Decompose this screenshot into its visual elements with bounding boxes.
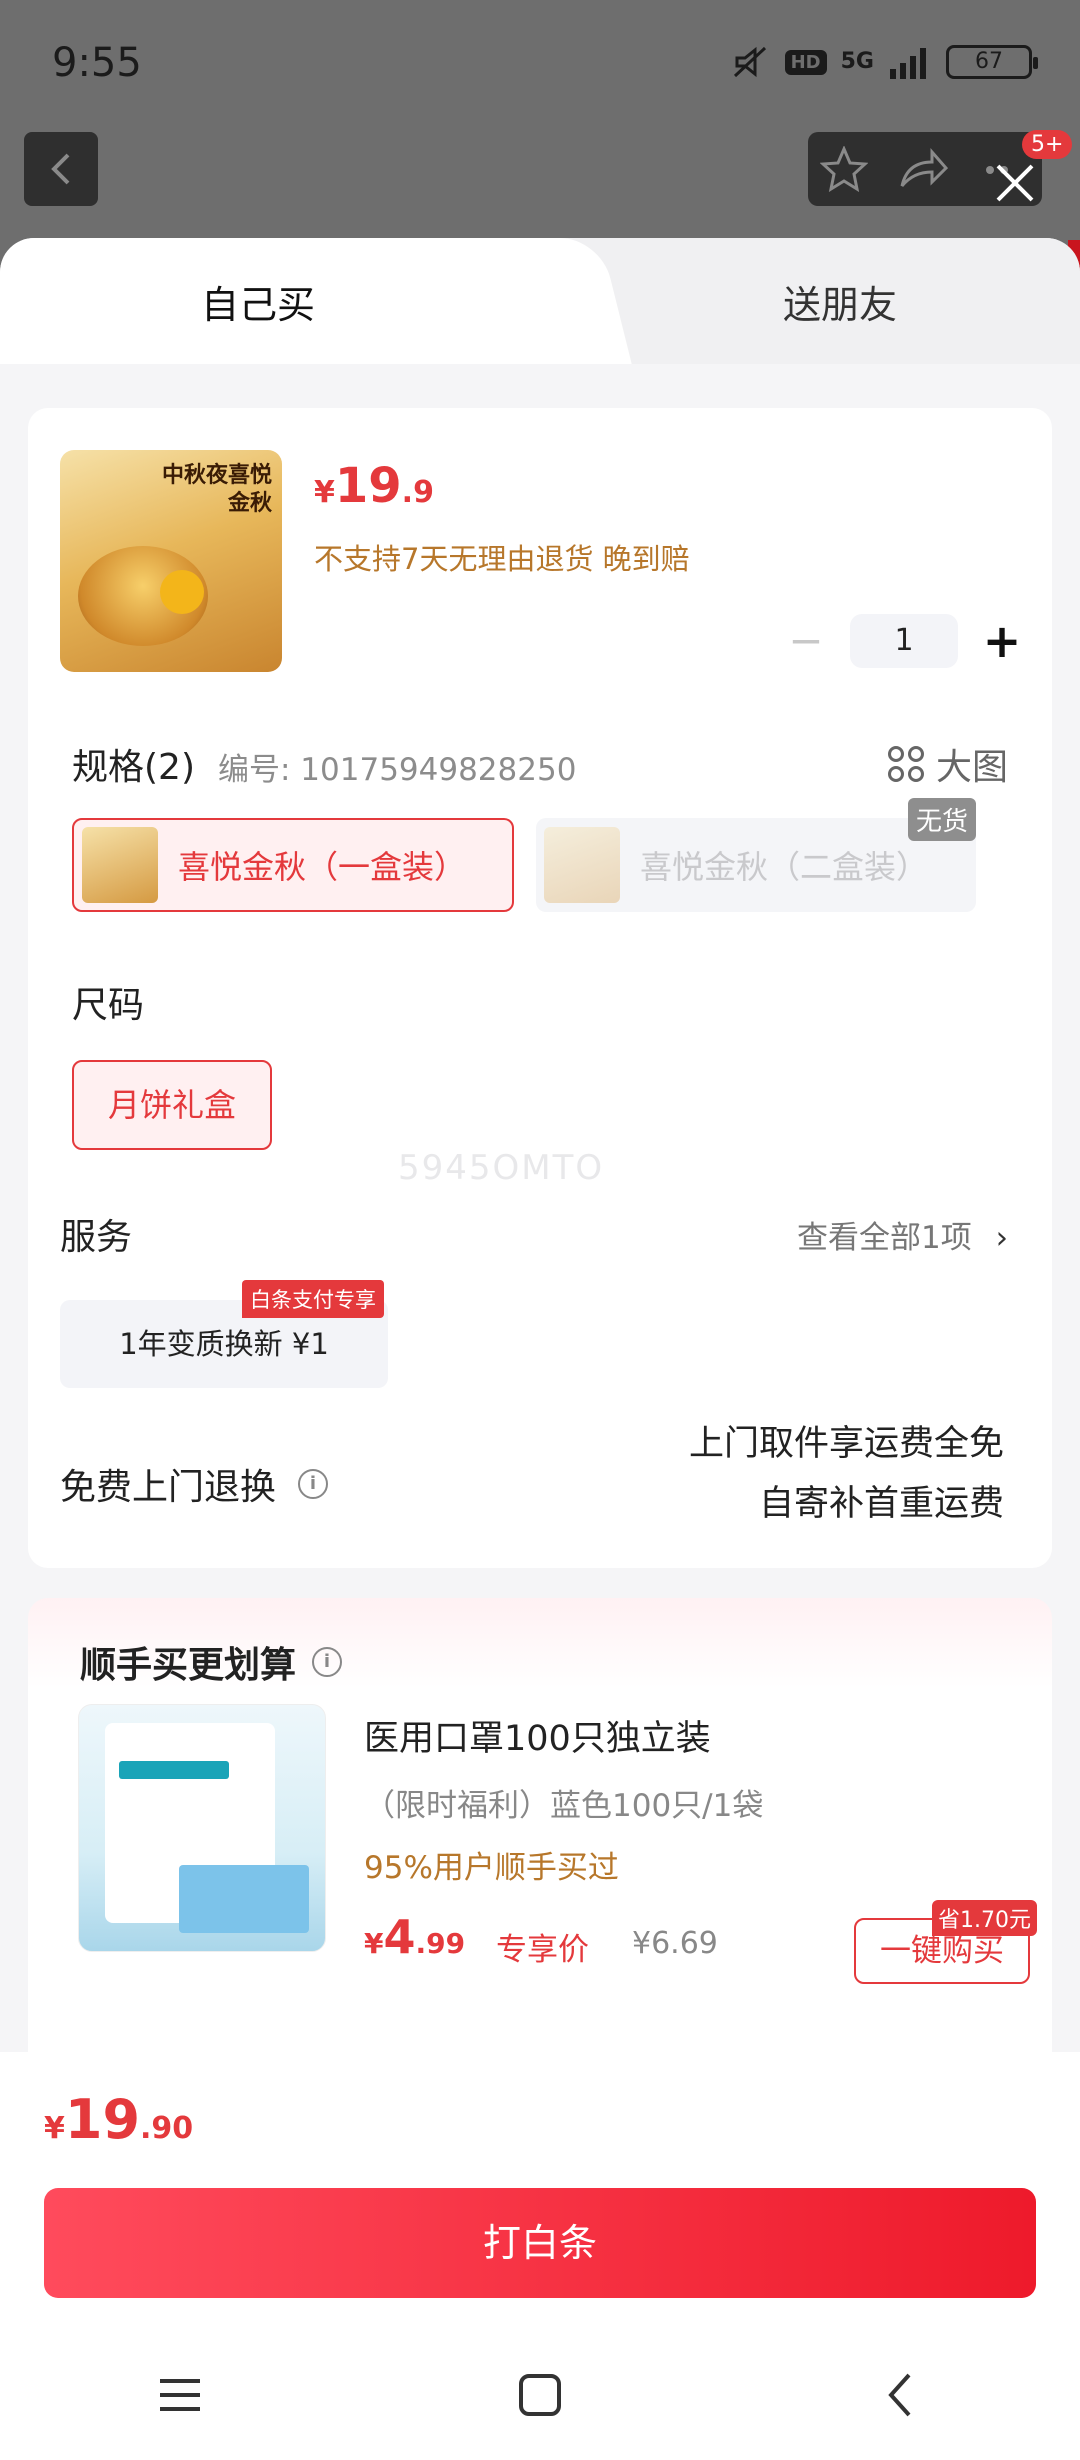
message-badge: 5+ [1022,130,1073,159]
free-return-title: 免费上门退换 i [60,1458,329,1510]
moon-graphic [160,570,204,614]
quantity-decrease-button[interactable]: − [786,616,826,666]
info-icon[interactable]: i [298,1469,329,1499]
free-return-label: 免费上门退换 [60,1467,277,1508]
quantity-stepper: − 1 + [786,614,1022,668]
product-card: 中秋夜喜悦金秋 ¥19.9 不支持7天无理由退货 晚到赔 − 1 + 规格(2)… [28,408,1052,1568]
network-label: 5G [840,49,874,74]
return-policy-notice: 不支持7天无理由退货 晚到赔 [314,542,690,576]
price-integer: 19 [64,2088,141,2151]
size-option-gift-box[interactable]: 月饼礼盒 [72,1060,272,1150]
spec-option-thumbnail [544,827,620,903]
spec-title: 规格(2) [72,747,195,788]
price-integer: 4 [383,1910,416,1964]
mask-product-title[interactable]: 医用口罩100只独立装 [364,1710,711,1761]
battery-icon: 67 [946,45,1038,79]
mask-product-note: 95%用户顺手买过 [364,1850,619,1886]
price-currency: ¥ [364,1927,384,1960]
product-code: 编号: 10175949828250 [218,752,577,788]
quantity-increase-button[interactable]: + [982,616,1022,666]
nav-home-button[interactable] [480,2355,600,2435]
tab-label: 自己买 [200,282,315,327]
price-decimal: .90 [140,2111,194,2146]
tab-label: 送朋友 [782,282,897,327]
watermark: 5945OMTO [398,1148,605,1188]
hd-badge: HD [784,49,827,75]
status-icons: HD 5G 67 [731,44,1038,80]
mask-pack-graphic [179,1865,309,1933]
spec-option-two-box[interactable]: 喜悦金秋（二盒装） 无货 [536,798,976,912]
spec-option-one-box[interactable]: 喜悦金秋（一盒装） [72,818,514,912]
nav-menu-button[interactable] [120,2355,240,2435]
view-all-services-link[interactable]: 查看全部1项 › [797,1212,1008,1257]
home-square-icon [519,2374,561,2416]
grid-icon [887,746,924,782]
free-return-line-2: 自寄补首重运费 [758,1484,1004,1524]
back-chevron-icon [888,2373,911,2417]
big-image-label: 大图 [935,747,1008,788]
service-tag: 白条支付专享 [242,1280,384,1318]
mask-product-image[interactable] [78,1704,326,1952]
product-price: ¥19.9 [314,458,434,514]
price-decimal: .99 [415,1927,466,1960]
original-price: ¥6.69 [632,1926,718,1961]
price-currency: ¥ [314,475,335,510]
chevron-right-icon: › [995,1220,1008,1256]
tab-buy-for-self[interactable]: 自己买 [0,238,560,364]
signal-icon [890,48,926,79]
free-return-line-1: 上门取件享运费全免 [688,1424,1004,1464]
mute-icon [733,46,766,78]
bundle-title-text: 顺手买更划算 [80,1645,297,1686]
status-time: 9:55 [52,40,142,86]
service-title: 服务 [60,1217,133,1258]
page-back-button[interactable] [24,132,98,206]
size-title: 尺码 [72,985,145,1026]
sold-out-badge: 无货 [907,798,976,841]
quantity-field[interactable]: 1 [850,614,958,668]
spec-option-thumbnail [82,827,158,903]
share-icon[interactable] [898,148,950,190]
mask-product-price: ¥4.99 [364,1910,465,1964]
price-integer: 19 [334,458,402,514]
baitiao-pay-button[interactable]: 打白条 [44,2188,1036,2298]
view-all-label: 查看全部1项 [797,1220,972,1256]
total-price: ¥19.90 [44,2088,193,2151]
status-bar: 9:55 HD 5G 67 [0,0,1080,130]
price-currency: ¥ [44,2111,65,2146]
mask-label-graphic [119,1761,229,1779]
price-decimal: .9 [401,475,434,510]
spec-option-label: 喜悦金秋（一盒装） [178,848,467,886]
product-image-text: 中秋夜喜悦金秋 [161,463,272,516]
menu-icon [160,2379,200,2411]
favorite-star-icon[interactable] [820,146,868,192]
back-arrow-icon [51,153,70,185]
nav-back-button[interactable] [840,2355,960,2435]
system-nav-bar [0,2330,1080,2460]
bundle-title: 顺手买更划算 i [80,1636,343,1688]
spec-option-label: 喜悦金秋（二盒装） [640,848,929,886]
big-image-button[interactable]: 大图 [887,738,1008,790]
savings-tag: 省1.70元 [932,1900,1037,1936]
free-return-details: 上门取件享运费全免 自寄补首重运费 [689,1414,1004,1534]
purchase-tabs: 自己买 送朋友 [0,238,1080,364]
product-image[interactable]: 中秋夜喜悦金秋 [60,450,282,672]
mask-product-spec: （限时福利）蓝色100只/1袋 [364,1788,764,1824]
info-icon[interactable]: i [312,1647,343,1677]
close-icon[interactable] [992,160,1038,206]
exclusive-price-label: 专享价 [496,1932,589,1968]
